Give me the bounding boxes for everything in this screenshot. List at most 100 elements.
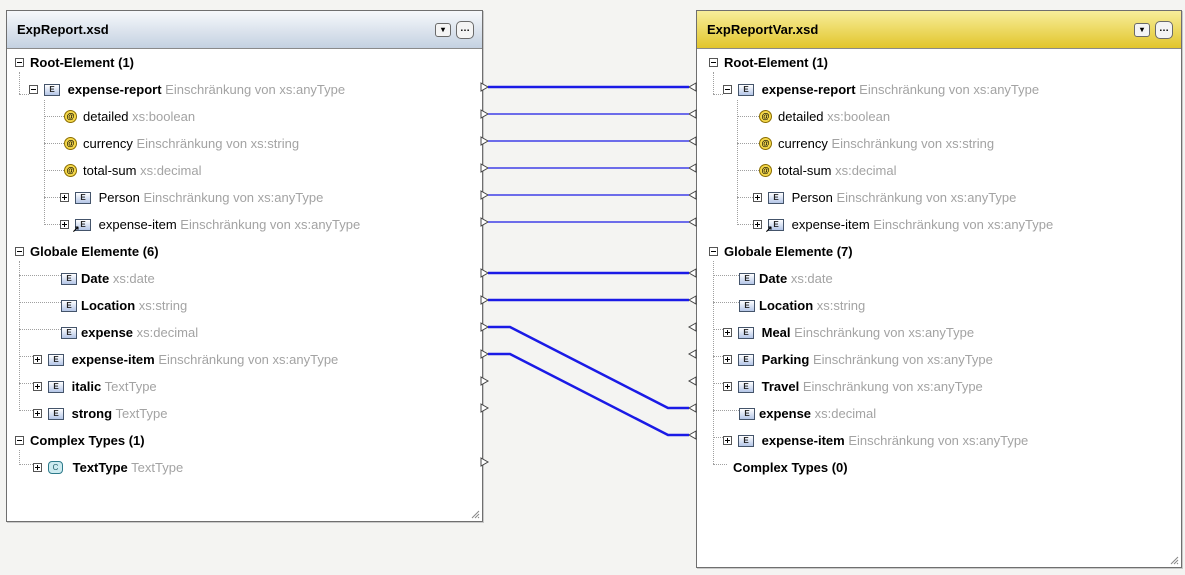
right-tree-item-person[interactable]: E Person Einschränkung von xs:anyType bbox=[753, 184, 1016, 211]
expand-icon[interactable] bbox=[723, 436, 732, 446]
right-tree-item-parking[interactable]: E Parking Einschränkung von xs:anyType bbox=[723, 346, 993, 373]
attribute-icon: @ bbox=[64, 164, 77, 178]
collapse-icon[interactable] bbox=[15, 58, 24, 68]
right-connector-arrows bbox=[687, 82, 697, 440]
left-tree-item-italic[interactable]: E italic TextType bbox=[33, 373, 157, 400]
connector-arrow-icon bbox=[687, 295, 697, 305]
collapse-icon[interactable] bbox=[15, 247, 24, 257]
element-icon: E bbox=[738, 380, 754, 393]
expand-icon[interactable] bbox=[753, 193, 762, 203]
collapse-icon[interactable] bbox=[709, 58, 718, 68]
left-tree-item-total-sum[interactable]: @ total-sum xs:decimal bbox=[64, 157, 202, 184]
connector-arrow-icon bbox=[687, 268, 697, 278]
attribute-icon: @ bbox=[64, 110, 77, 124]
left-tree-item-person[interactable]: E Person Einschränkung von xs:anyType bbox=[60, 184, 323, 211]
attribute-icon: @ bbox=[759, 137, 772, 151]
element-reference-icon: E bbox=[765, 218, 784, 234]
element-icon: E bbox=[61, 299, 77, 312]
right-tree-item-global-expense-item[interactable]: E expense-item Einschränkung von xs:anyT… bbox=[723, 427, 1028, 454]
collapse-icon[interactable] bbox=[15, 436, 24, 446]
right-tree-item-date[interactable]: E Date xs:date bbox=[739, 265, 833, 292]
element-icon: E bbox=[61, 272, 77, 285]
connector-arrow-icon bbox=[687, 217, 697, 227]
attribute-icon: @ bbox=[759, 164, 772, 178]
expand-icon[interactable] bbox=[33, 355, 42, 365]
left-tree-item-currency[interactable]: @ currency Einschränkung von xs:string bbox=[64, 130, 299, 157]
expand-icon[interactable] bbox=[60, 193, 69, 203]
attribute-icon: @ bbox=[64, 137, 77, 151]
connector-arrow-icon bbox=[687, 109, 697, 119]
dropdown-icon[interactable]: ▾ bbox=[1134, 22, 1150, 37]
left-tree-item-strong[interactable]: E strong TextType bbox=[33, 400, 168, 427]
connector-arrow-icon bbox=[687, 349, 697, 359]
attribute-icon: @ bbox=[759, 110, 772, 124]
expand-icon[interactable] bbox=[33, 409, 42, 419]
resize-grip-icon[interactable] bbox=[470, 509, 480, 519]
right-tree-item-currency[interactable]: @ currency Einschränkung von xs:string bbox=[759, 130, 994, 157]
left-tree-item-expense-report[interactable]: E expense-report Einschränkung von xs:an… bbox=[29, 76, 345, 103]
connector-arrow-icon bbox=[687, 430, 697, 440]
left-tree-item-location[interactable]: E Location xs:string bbox=[61, 292, 187, 319]
left-tree-item-expense[interactable]: Eexpense xs:decimal bbox=[61, 319, 198, 346]
left-tree-item-expense-item-ref[interactable]: E expense-item Einschränkung von xs:anyT… bbox=[60, 211, 360, 238]
right-tree-item-expense-report[interactable]: E expense-report Einschränkung von xs:an… bbox=[723, 76, 1039, 103]
expand-icon[interactable] bbox=[723, 328, 732, 338]
more-options-icon[interactable]: … bbox=[456, 20, 474, 39]
element-icon: E bbox=[48, 380, 64, 393]
right-schema-pane[interactable]: ExpReportVar.xsd ▾ … Root-Element (1) E … bbox=[696, 10, 1182, 568]
connector-arrow-icon bbox=[687, 82, 697, 92]
connector-arrow-icon bbox=[687, 322, 697, 332]
resize-grip-icon[interactable] bbox=[1169, 555, 1179, 565]
element-icon: E bbox=[739, 299, 755, 312]
left-schema-pane[interactable]: ExpReport.xsd ▾ … Root-Element (1) E exp… bbox=[6, 10, 483, 522]
complex-type-icon: C bbox=[48, 461, 63, 475]
mapping-line-global-expense-item bbox=[488, 352, 689, 437]
connector-arrow-icon bbox=[687, 376, 697, 386]
more-options-icon[interactable]: … bbox=[1155, 20, 1173, 39]
dropdown-icon[interactable]: ▾ bbox=[435, 22, 451, 37]
left-complex-types-group[interactable]: Complex Types (1) bbox=[15, 427, 145, 454]
element-icon: E bbox=[48, 407, 64, 420]
element-icon: E bbox=[75, 191, 91, 204]
right-root-element-group[interactable]: Root-Element (1) bbox=[709, 49, 828, 76]
right-tree-item-meal[interactable]: E Meal Einschränkung von xs:anyType bbox=[723, 319, 974, 346]
right-pane-titlebar[interactable]: ExpReportVar.xsd ▾ … bbox=[697, 11, 1181, 49]
left-pane-titlebar[interactable]: ExpReport.xsd ▾ … bbox=[7, 11, 482, 49]
collapse-icon[interactable] bbox=[709, 247, 718, 257]
expand-icon[interactable] bbox=[33, 463, 42, 473]
left-tree-item-global-expense-item[interactable]: E expense-item Einschränkung von xs:anyT… bbox=[33, 346, 338, 373]
element-icon: E bbox=[739, 407, 755, 420]
expand-icon[interactable] bbox=[723, 382, 732, 392]
right-tree-item-expense[interactable]: Eexpense xs:decimal bbox=[739, 400, 876, 427]
connector-arrow-icon bbox=[687, 136, 697, 146]
collapse-icon[interactable] bbox=[29, 85, 38, 95]
expand-icon[interactable] bbox=[753, 220, 762, 230]
expand-icon[interactable] bbox=[60, 220, 69, 230]
right-tree-item-detailed[interactable]: @ detailed xs:boolean bbox=[759, 103, 890, 130]
element-icon: E bbox=[768, 191, 784, 204]
left-global-elements-group[interactable]: Globale Elemente (6) bbox=[15, 238, 159, 265]
connector-arrow-icon bbox=[687, 163, 697, 173]
right-tree-item-total-sum[interactable]: @ total-sum xs:decimal bbox=[759, 157, 897, 184]
element-reference-icon: E bbox=[72, 218, 91, 234]
connector-arrow-icon bbox=[687, 403, 697, 413]
left-tree-item-date[interactable]: E Date xs:date bbox=[61, 265, 155, 292]
right-tree-item-expense-item-ref[interactable]: E expense-item Einschränkung von xs:anyT… bbox=[753, 211, 1053, 238]
mapping-line-expense bbox=[488, 325, 689, 410]
expand-icon[interactable] bbox=[723, 355, 732, 365]
expand-icon[interactable] bbox=[33, 382, 42, 392]
collapse-icon[interactable] bbox=[723, 85, 732, 95]
right-pane-title: ExpReportVar.xsd bbox=[707, 22, 819, 37]
left-root-element-group[interactable]: Root-Element (1) bbox=[15, 49, 134, 76]
right-complex-types-group[interactable]: Complex Types (0) bbox=[733, 454, 848, 481]
element-icon: E bbox=[48, 353, 64, 366]
left-pane-title: ExpReport.xsd bbox=[17, 22, 109, 37]
left-tree-item-detailed[interactable]: @ detailed xs:boolean bbox=[64, 103, 195, 130]
right-tree-item-location[interactable]: E Location xs:string bbox=[739, 292, 865, 319]
left-tree-item-texttype[interactable]: C TextType TextType bbox=[33, 454, 183, 481]
mapping-lines bbox=[488, 85, 689, 437]
element-icon: E bbox=[739, 272, 755, 285]
right-global-elements-group[interactable]: Globale Elemente (7) bbox=[709, 238, 853, 265]
right-tree-item-travel[interactable]: E Travel Einschränkung von xs:anyType bbox=[723, 373, 983, 400]
element-icon: E bbox=[44, 83, 60, 96]
